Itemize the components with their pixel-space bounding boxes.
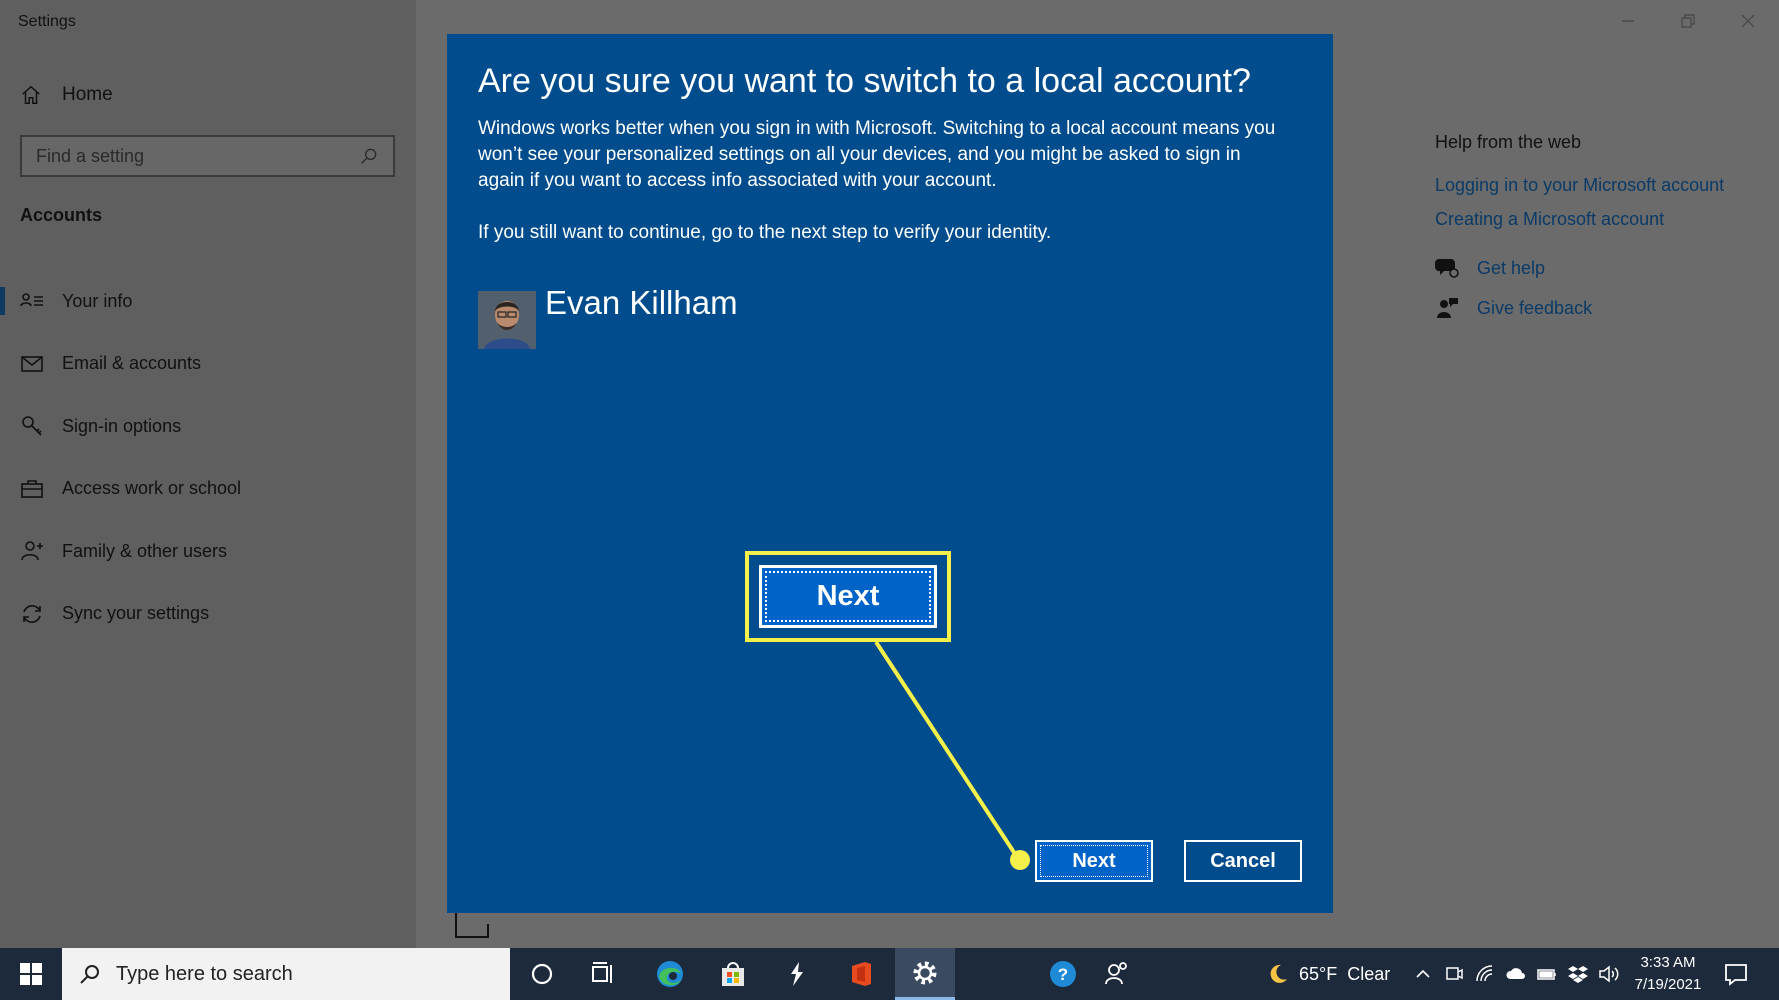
weather-text: 65°F Clear — [1299, 963, 1391, 984]
wifi-icon[interactable] — [1474, 963, 1496, 985]
minimize-icon — [1622, 20, 1634, 22]
task-view-button[interactable] — [573, 948, 633, 1000]
screen: Settings Home Find a setting Accounts Yo… — [0, 0, 1779, 1000]
callout-next-label: Next — [759, 565, 937, 628]
volume-icon[interactable] — [1598, 963, 1620, 985]
dropbox-icon[interactable] — [1567, 963, 1589, 985]
edge-button[interactable] — [640, 948, 700, 1000]
get-help-label: Get help — [1477, 257, 1546, 278]
people-icon — [1105, 962, 1127, 985]
search-icon — [80, 965, 99, 984]
clock[interactable]: 3:33 AM 7/19/2021 — [1628, 952, 1708, 996]
cortana-icon — [531, 963, 553, 985]
home-label: Home — [62, 84, 113, 105]
restore-button[interactable] — [1677, 10, 1699, 32]
give-feedback-link[interactable]: Give feedback — [1435, 296, 1755, 320]
home-link[interactable]: Home — [20, 82, 113, 108]
user-photo-icon — [478, 291, 536, 349]
user-name: Evan Killham — [545, 284, 738, 321]
help-title: Help from the web — [1435, 132, 1582, 152]
sidebar-item-sign-in-options[interactable]: Sign-in options — [0, 395, 416, 458]
edge-icon — [657, 961, 683, 987]
gear-icon — [913, 961, 937, 984]
store-icon — [722, 962, 744, 986]
moon-icon — [1270, 964, 1287, 983]
meet-now-icon[interactable] — [1443, 963, 1465, 985]
section-title: Accounts — [20, 205, 103, 225]
weather-widget[interactable]: 65°F Clear — [1267, 948, 1390, 1000]
sidebar-item-email-accounts[interactable]: Email & accounts — [0, 333, 416, 396]
start-button[interactable] — [0, 948, 62, 1000]
sidebar-item-label: Email & accounts — [62, 353, 202, 374]
office-button[interactable] — [831, 948, 891, 1000]
sidebar-item-label: Your info — [62, 290, 133, 311]
give-feedback-label: Give feedback — [1477, 297, 1593, 318]
settings-taskbar-button[interactable] — [895, 948, 955, 1000]
onedrive-icon[interactable] — [1505, 963, 1527, 985]
windows-logo-icon — [20, 963, 42, 985]
sidebar-item-access-work-school[interactable]: Access work or school — [0, 458, 416, 521]
help-link-creating-account[interactable]: Creating a Microsoft account — [1435, 209, 1755, 230]
next-button[interactable]: Next — [1035, 840, 1153, 882]
help-link-logging-in[interactable]: Logging in to your Microsoft account — [1435, 175, 1755, 196]
sidebar-item-sync-settings[interactable]: Sync your settings — [0, 583, 416, 646]
tablet-icon — [455, 913, 489, 938]
question-icon: ? — [1050, 961, 1076, 987]
sidebar-item-label: Sign-in options — [62, 415, 182, 436]
home-icon — [22, 85, 40, 104]
sidebar-item-your-info[interactable]: Your info — [0, 270, 416, 333]
taskbar: Type here to search ? 65°F Clear 3:33 AM… — [0, 948, 1779, 1000]
find-setting-input[interactable]: Find a setting — [20, 135, 395, 177]
chat-help-icon — [1435, 259, 1459, 278]
sidebar: Settings Home Find a setting Accounts Yo… — [0, 0, 416, 948]
briefcase-icon — [21, 479, 43, 498]
taskbar-search-placeholder: Type here to search — [116, 962, 293, 985]
switch-account-dialog: Are you sure you want to switch to a loc… — [447, 34, 1333, 913]
sidebar-item-label: Sync your settings — [62, 603, 210, 624]
store-button[interactable] — [703, 948, 763, 1000]
battery-icon[interactable] — [1536, 963, 1558, 985]
sidebar-item-label: Family & other users — [62, 540, 228, 561]
get-help-link[interactable]: Get help — [1435, 256, 1755, 280]
dialog-title: Are you sure you want to switch to a loc… — [478, 62, 1251, 100]
action-center-button[interactable] — [1710, 948, 1762, 1000]
dialog-body: Windows works better when you sign in wi… — [478, 118, 1276, 191]
cortana-button[interactable] — [512, 948, 572, 1000]
sidebar-item-family-users[interactable]: Family & other users — [0, 520, 416, 583]
add-person-icon — [21, 541, 43, 561]
cancel-button[interactable]: Cancel — [1184, 840, 1302, 882]
key-icon — [22, 416, 42, 436]
task-view-icon — [592, 962, 612, 983]
close-icon — [1741, 14, 1755, 28]
dialog-continue-text: If you still want to continue, go to the… — [478, 222, 1052, 243]
mail-icon — [21, 355, 43, 372]
restore-icon — [1681, 14, 1695, 28]
person-list-icon — [20, 293, 43, 307]
sidebar-item-label: Access work or school — [62, 478, 242, 499]
minimize-button[interactable] — [1617, 10, 1639, 32]
feedback-icon — [1437, 298, 1458, 318]
app-button[interactable] — [767, 948, 827, 1000]
system-tray — [1412, 948, 1620, 1000]
find-setting-placeholder: Find a setting — [36, 145, 145, 166]
people-button[interactable] — [1086, 948, 1146, 1000]
window-title: Settings — [18, 13, 76, 30]
sidebar-nav: Your info Email & accounts Sign-in optio… — [0, 270, 416, 645]
svg-text:?: ? — [1058, 965, 1068, 984]
help-taskbar-button[interactable]: ? — [1033, 948, 1093, 1000]
search-icon — [361, 148, 377, 164]
notification-icon — [1725, 964, 1747, 986]
clock-time: 3:33 AM — [1640, 954, 1696, 971]
office-icon — [852, 962, 871, 986]
chevron-up-icon[interactable] — [1412, 963, 1434, 985]
clock-date: 7/19/2021 — [1634, 976, 1702, 993]
close-button[interactable] — [1737, 10, 1759, 32]
lightning-icon — [791, 962, 803, 986]
next-callout: Next — [745, 551, 951, 642]
sync-icon — [23, 604, 41, 623]
user-avatar — [478, 291, 536, 349]
taskbar-search[interactable]: Type here to search — [62, 948, 510, 1000]
help-panel: Help from the web Logging in to your Mic… — [1435, 132, 1755, 320]
